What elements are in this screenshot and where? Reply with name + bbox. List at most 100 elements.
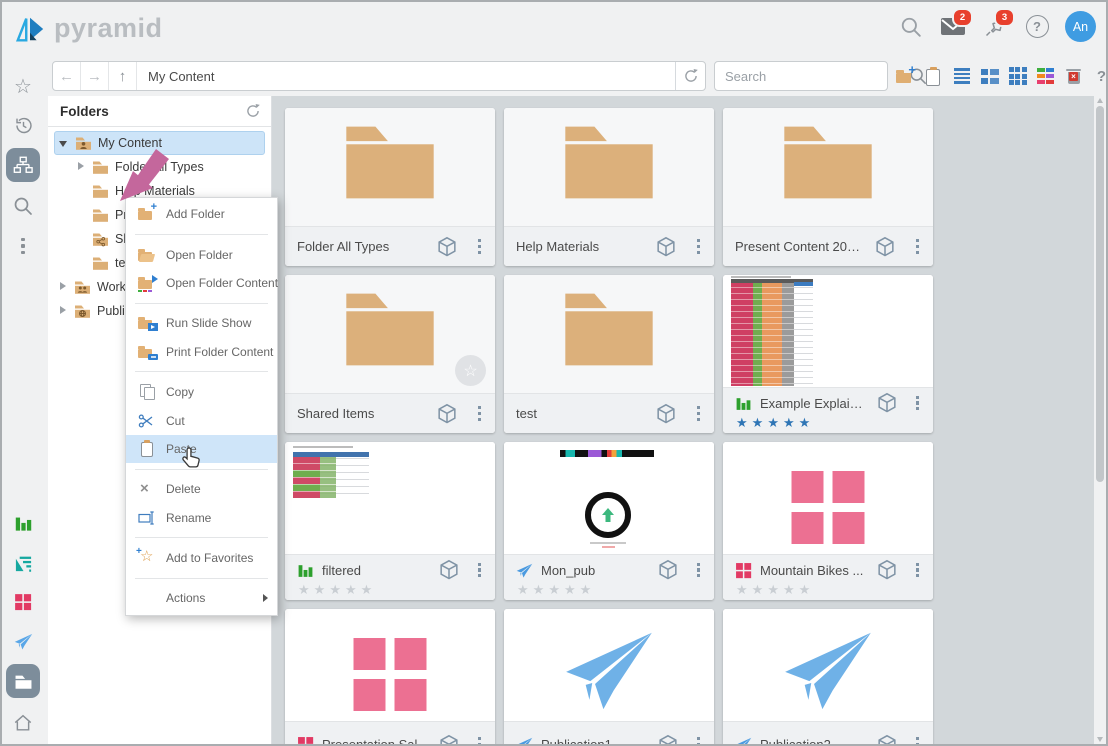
star-icon[interactable]: ★ [298, 583, 310, 596]
chevron-right-icon[interactable] [76, 162, 86, 172]
list-view-button[interactable] [952, 67, 971, 86]
star-icon[interactable]: ★ [314, 583, 326, 596]
forward-button[interactable]: → [81, 62, 109, 90]
alerts-button[interactable]: 3 [981, 12, 1009, 42]
menu-item-copy[interactable]: Copy [126, 378, 277, 406]
more-rail-button[interactable] [6, 229, 40, 263]
rating-stars[interactable]: ★★★★★ [735, 583, 921, 596]
scroll-up-icon[interactable] [1097, 98, 1103, 103]
star-icon[interactable]: ★ [361, 583, 373, 596]
star-icon[interactable]: ★ [783, 416, 795, 429]
menu-item-open-folder-content[interactable]: Open Folder Content [126, 269, 277, 297]
toolbar-help-button[interactable]: ? [1092, 67, 1108, 86]
delete-button[interactable]: × [1064, 67, 1083, 86]
star-icon[interactable]: ★ [767, 416, 779, 429]
panel-refresh-icon[interactable] [245, 103, 261, 119]
more-options-icon[interactable] [695, 561, 702, 580]
scrollbar-thumb[interactable] [1096, 106, 1104, 482]
more-options-icon[interactable] [695, 404, 702, 423]
star-icon[interactable]: ★ [799, 583, 811, 596]
card-publication1[interactable]: Publication1 [504, 609, 714, 744]
discover-rail-button[interactable] [6, 506, 40, 540]
star-icon[interactable]: ★ [548, 583, 560, 596]
scroll-down-icon[interactable] [1097, 737, 1103, 742]
back-button[interactable]: ← [53, 62, 81, 90]
cube-icon[interactable] [436, 236, 458, 258]
paste-button[interactable] [924, 67, 943, 86]
more-options-icon[interactable] [914, 735, 921, 744]
cube-icon[interactable] [876, 392, 898, 414]
menu-item-print-folder-content[interactable]: Print Folder Content [126, 338, 277, 366]
tree-item-my-content[interactable]: My Content [54, 131, 265, 155]
more-options-icon[interactable] [914, 394, 921, 413]
new-folder-button[interactable]: + [896, 67, 915, 86]
card-mon-pub[interactable]: Mon_pub ★★★★★ [504, 442, 714, 600]
more-options-icon[interactable] [695, 237, 702, 256]
home-rail-button[interactable] [6, 706, 40, 740]
up-button[interactable]: ↑ [109, 62, 137, 90]
rating-stars[interactable]: ★★★★★ [735, 416, 921, 429]
cube-icon[interactable] [438, 734, 460, 745]
more-options-icon[interactable] [476, 404, 483, 423]
cube-icon[interactable] [874, 236, 896, 258]
star-icon[interactable]: ★ [517, 583, 529, 596]
star-icon[interactable]: ★ [345, 583, 357, 596]
cube-icon[interactable] [657, 559, 679, 581]
menu-item-open-folder[interactable]: Open Folder [126, 240, 277, 268]
menu-item-delete[interactable]: × Delete [126, 475, 277, 503]
search-input[interactable] [715, 69, 909, 84]
search-rail-button[interactable] [6, 189, 40, 223]
favorites-rail-button[interactable]: ☆ [6, 70, 40, 104]
star-icon[interactable]: ★ [767, 583, 779, 596]
publish-rail-button[interactable] [6, 624, 40, 658]
cube-icon[interactable] [655, 236, 677, 258]
card-presentation-sal[interactable]: Presentation Sal... [285, 609, 495, 744]
rating-stars[interactable]: ★★★★★ [297, 583, 483, 596]
star-icon[interactable]: ★ [329, 583, 341, 596]
menu-item-rename[interactable]: Rename [126, 504, 277, 532]
card-filtered[interactable]: filtered ★★★★★ [285, 442, 495, 600]
card-folder-all-types[interactable]: Folder All Types [285, 108, 495, 266]
menu-item-run-slide-show[interactable]: Run Slide Show [126, 309, 277, 337]
star-icon[interactable]: ★ [752, 583, 764, 596]
star-icon[interactable]: ★ [736, 416, 748, 429]
menu-item-cut[interactable]: Cut [126, 406, 277, 434]
more-options-icon[interactable] [476, 735, 483, 744]
chevron-right-icon[interactable] [58, 306, 68, 316]
present-rail-button[interactable] [6, 546, 40, 580]
more-options-icon[interactable] [914, 237, 921, 256]
global-search-button[interactable] [897, 12, 925, 42]
star-icon[interactable]: ★ [580, 583, 592, 596]
chevron-right-icon[interactable] [58, 282, 68, 292]
help-button[interactable]: ? [1023, 12, 1051, 42]
cube-icon[interactable] [438, 559, 460, 581]
illustrate-rail-button[interactable] [6, 585, 40, 619]
more-options-icon[interactable] [695, 735, 702, 744]
messages-button[interactable]: 2 [939, 12, 967, 42]
card-shared-items[interactable]: ☆ Shared Items [285, 275, 495, 433]
more-options-icon[interactable] [476, 561, 483, 580]
group-view-button[interactable] [1036, 67, 1055, 86]
rating-stars[interactable]: ★★★★★ [516, 583, 702, 596]
card-example-explain[interactable]: Example Explain ... ★★★★★ [723, 275, 933, 433]
menu-item-add-folder[interactable]: + Add Folder [126, 200, 277, 228]
grid-view-button[interactable] [1008, 67, 1027, 86]
cube-icon[interactable] [436, 403, 458, 425]
chevron-down-icon[interactable] [59, 138, 69, 148]
menu-item-paste[interactable]: Paste [126, 435, 277, 463]
cube-icon[interactable] [657, 734, 679, 745]
breadcrumb[interactable]: My Content [137, 69, 675, 84]
content-rail-button[interactable] [6, 664, 40, 698]
menu-item-actions[interactable]: Actions [126, 584, 277, 612]
refresh-button[interactable] [675, 62, 705, 90]
card-present-content[interactable]: Present Content 202... [723, 108, 933, 266]
vertical-scrollbar[interactable] [1094, 96, 1106, 744]
star-icon[interactable]: ★ [736, 583, 748, 596]
star-icon[interactable]: ★ [799, 416, 811, 429]
star-icon[interactable]: ★ [752, 416, 764, 429]
more-options-icon[interactable] [476, 237, 483, 256]
more-options-icon[interactable] [914, 561, 921, 580]
history-rail-button[interactable] [6, 108, 40, 142]
folder-tree-rail-button[interactable] [6, 148, 40, 182]
detail-view-button[interactable] [980, 67, 999, 86]
